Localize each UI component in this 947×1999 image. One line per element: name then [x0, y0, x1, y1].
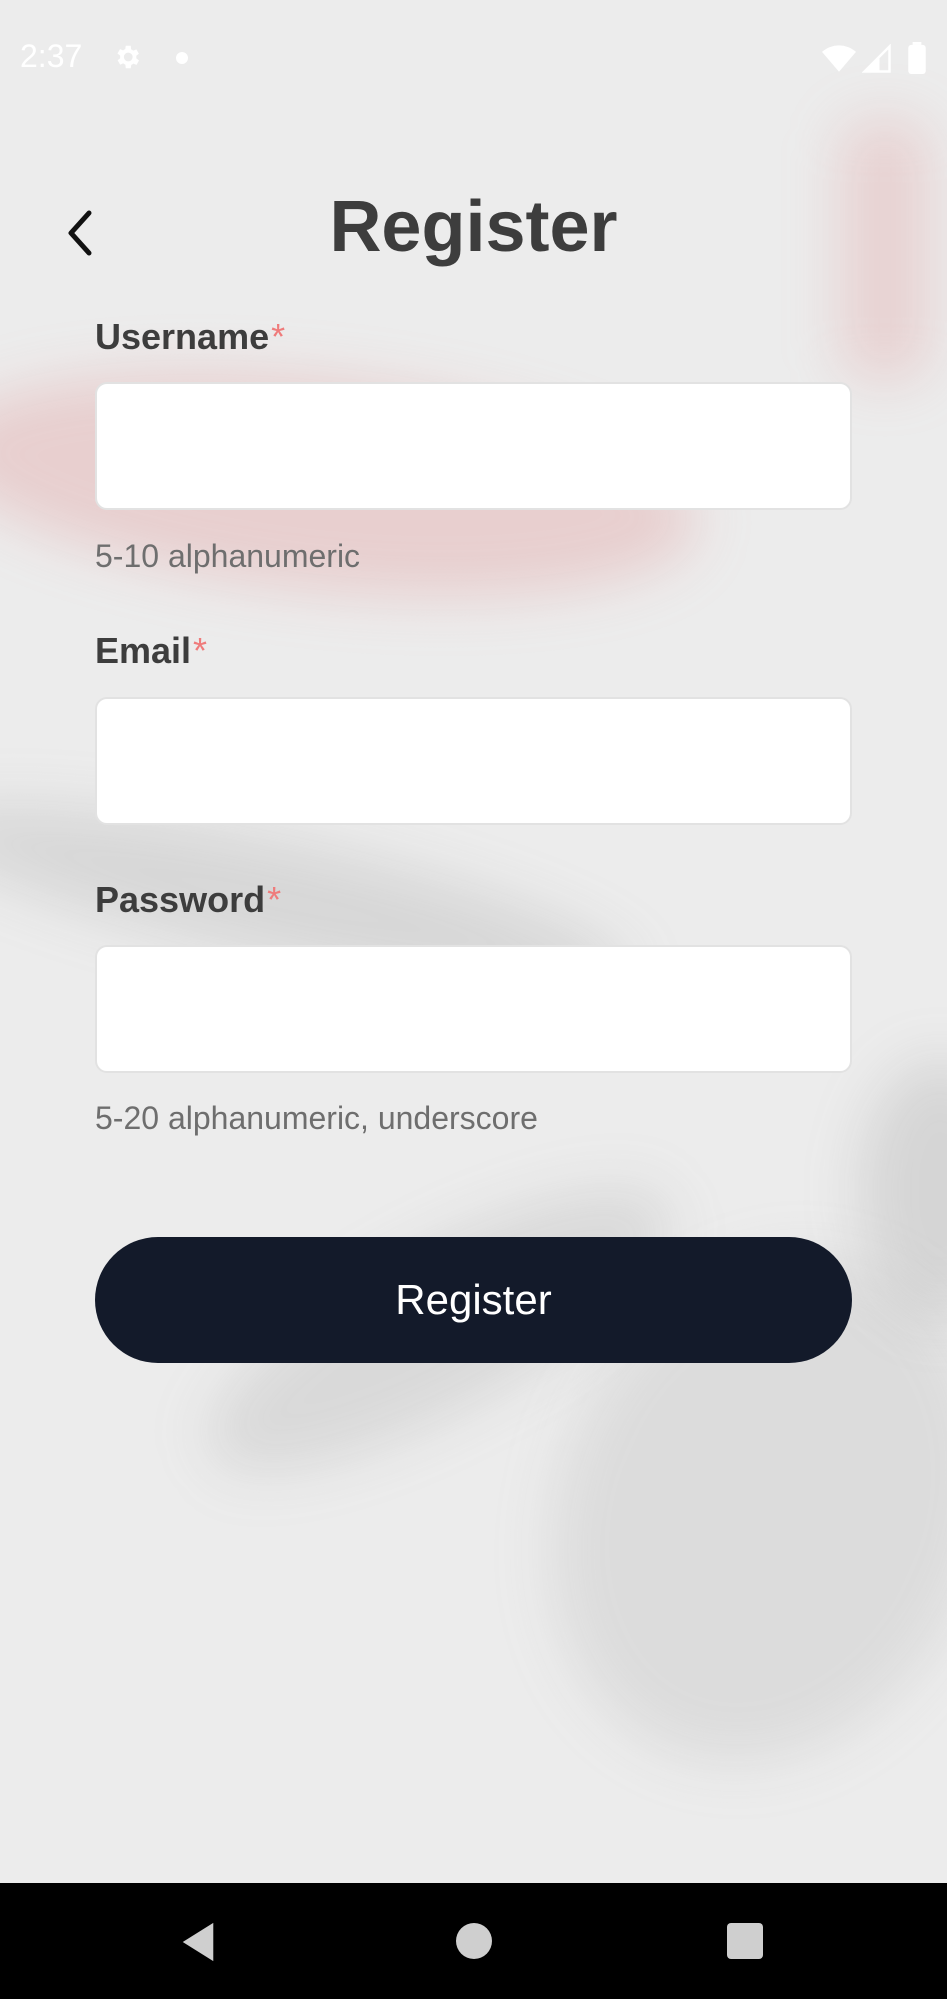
page-title: Register: [329, 187, 618, 267]
password-input[interactable]: [95, 945, 852, 1073]
notification-dot-icon: [176, 52, 188, 64]
register-button[interactable]: Register: [95, 1237, 852, 1363]
register-screen: 2:37 Register Username* 5-10 alphanumeri…: [0, 0, 947, 1999]
username-label: Username*: [95, 316, 285, 358]
username-hint: 5-10 alphanumeric: [95, 538, 361, 574]
battery-icon: [908, 42, 926, 74]
password-hint: 5-20 alphanumeric, underscore: [95, 1100, 538, 1136]
email-label: Email*: [95, 630, 207, 672]
nav-recents-icon[interactable]: [727, 1923, 763, 1959]
password-label: Password*: [95, 879, 281, 921]
required-marker: *: [193, 630, 208, 671]
username-label-text: Username: [95, 316, 270, 357]
signal-icon: [862, 44, 891, 73]
required-marker: *: [271, 316, 286, 357]
gear-icon: [117, 45, 139, 69]
status-bar: 2:37: [0, 0, 947, 118]
username-input[interactable]: [95, 382, 852, 510]
wifi-icon: [822, 45, 856, 72]
nav-back-icon[interactable]: [178, 1921, 218, 1963]
nav-home-icon[interactable]: [456, 1923, 492, 1959]
password-label-text: Password: [95, 879, 266, 920]
status-time: 2:37: [20, 38, 83, 74]
required-marker: *: [267, 879, 282, 920]
email-label-text: Email: [95, 630, 192, 671]
navigation-bar: [0, 1883, 947, 1999]
email-input[interactable]: [95, 697, 852, 825]
